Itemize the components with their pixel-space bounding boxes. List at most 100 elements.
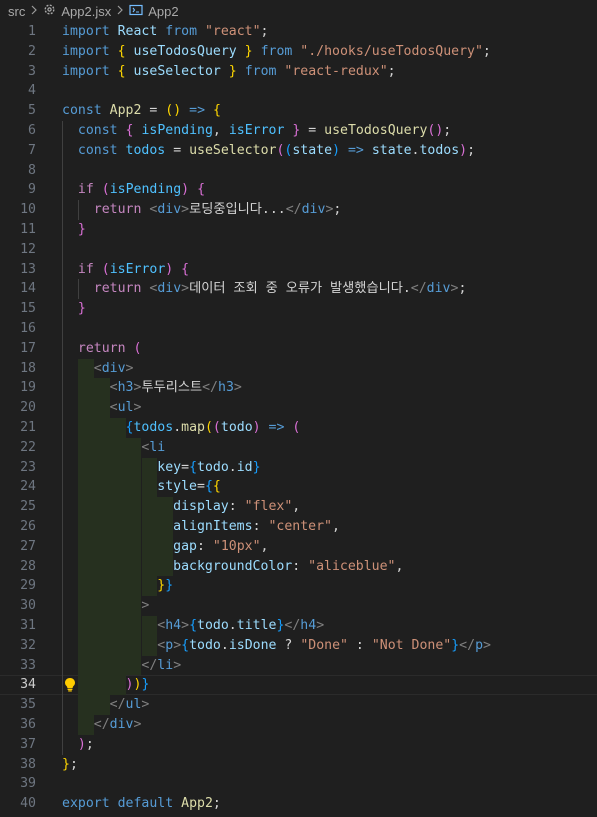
code-line[interactable]: 8: [0, 160, 597, 181]
code-line[interactable]: 39: [0, 774, 597, 794]
code-line[interactable]: 29 }}: [0, 576, 597, 597]
code-line[interactable]: 1 import React from "react";: [0, 22, 597, 42]
line-number: 28: [20, 558, 36, 574]
code-line[interactable]: 6 const { isPending, isError } = useTodo…: [0, 121, 597, 141]
code-token: todos: [125, 142, 166, 158]
code-text: import { useSelector } from "react-redux…: [62, 62, 396, 82]
code-line[interactable]: 4: [0, 81, 597, 101]
code-line[interactable]: 23 key={todo.id}: [0, 457, 597, 478]
code-token: .: [228, 459, 237, 475]
code-token: </: [141, 657, 158, 673]
code-line[interactable]: 31 <h4>{todo.title}</h4>: [0, 616, 597, 636]
line-number: 18: [20, 360, 36, 376]
code-token: </: [459, 637, 476, 653]
code-line[interactable]: 9 if (isPending) {: [0, 180, 597, 201]
code-token: from: [244, 63, 277, 79]
code-line[interactable]: 28 backgroundColor: "aliceblue",: [0, 556, 597, 577]
code-text: if (isPending) {: [62, 180, 205, 200]
code-text: {todos.map((todo) => (: [62, 418, 301, 438]
code-token: todos: [419, 142, 460, 158]
code-token: style: [157, 479, 197, 495]
code-token: >: [181, 281, 190, 297]
code-token: >: [181, 202, 190, 218]
code-line[interactable]: 7 const todos = useSelector((state) => s…: [0, 140, 597, 161]
code-token: .: [173, 420, 182, 435]
code-token: ;: [443, 123, 452, 138]
code-line[interactable]: 38};: [0, 755, 597, 775]
code-line[interactable]: 27 gap: "10px",: [0, 536, 597, 557]
code-line[interactable]: 26 alignItems: "center",: [0, 517, 597, 537]
code-token: >: [133, 717, 142, 732]
code-token: {: [181, 637, 190, 653]
breadcrumb-symbol[interactable]: App2: [129, 4, 179, 19]
code-line[interactable]: 20 <ul>: [0, 398, 597, 418]
code-line[interactable]: 24 style={{: [0, 477, 597, 498]
code-line[interactable]: 22 <li: [0, 437, 597, 458]
code-line[interactable]: 30 >: [0, 596, 597, 616]
code-token: ;: [333, 202, 342, 218]
code-line[interactable]: 35 </ul>: [0, 695, 597, 715]
code-token: =: [173, 142, 182, 158]
code-line[interactable]: 16: [0, 319, 597, 339]
breadcrumb-folder[interactable]: src: [8, 4, 25, 19]
code-line[interactable]: 21 {todos.map((todo) => (: [0, 418, 597, 438]
code-text: const App2 = () => {: [62, 101, 221, 121]
code-token: }: [451, 637, 460, 653]
lightbulb-icon[interactable]: [63, 677, 77, 692]
code-line[interactable]: 17 return (: [0, 338, 597, 359]
code-line[interactable]: 10 return <div>로딩중입니다...</div>;: [0, 200, 597, 220]
code-line[interactable]: 2 import { useTodosQuery } from "./hooks/…: [0, 42, 597, 62]
code-text: }: [62, 299, 86, 319]
code-line[interactable]: 5 const App2 = () => {: [0, 101, 597, 121]
code-token: {: [212, 103, 221, 119]
code-token: ): [332, 142, 341, 158]
code-line[interactable]: 32 <p>{todo.isDone ? "Done" : "Not Done"…: [0, 635, 597, 656]
code-line[interactable]: 3 import { useSelector } from "react-redu…: [0, 62, 597, 82]
code-line[interactable]: 33 </li>: [0, 655, 597, 676]
line-number: 11: [20, 222, 36, 237]
chevron-right-icon: [30, 5, 38, 18]
code-line[interactable]: 25 display: "flex",: [0, 497, 597, 517]
code-line[interactable]: 40 export default App2;: [0, 794, 597, 814]
line-number: 31: [20, 618, 36, 633]
line-number: 29: [20, 578, 36, 594]
code-line[interactable]: 34 ))}: [0, 675, 597, 696]
code-line[interactable]: 15 }: [0, 299, 597, 319]
code-line[interactable]: 11 }: [0, 220, 597, 240]
code-token: 데이터 조회 중 오류가 발생했습니다.: [189, 281, 411, 297]
breadcrumb-folder-label: src: [8, 3, 26, 19]
code-line[interactable]: 37 );: [0, 734, 597, 755]
line-number: 32: [20, 637, 36, 653]
code-line[interactable]: 13 if (isError) {: [0, 259, 597, 280]
code-line[interactable]: 18 <div>: [0, 358, 597, 379]
code-token: >: [181, 618, 190, 633]
breadcrumb-file[interactable]: App2.jsx: [43, 3, 111, 19]
code-editor[interactable]: 1 import React from "react"; 2 import { use…: [0, 22, 597, 817]
code-token: ;: [69, 756, 78, 772]
code-line[interactable]: 36 </div>: [0, 715, 597, 735]
code-text: <div>: [62, 359, 134, 379]
code-line[interactable]: 12: [0, 239, 597, 260]
code-token: todo: [197, 459, 229, 475]
code-line[interactable]: 19 <h3>투두리스트</h3>: [0, 378, 597, 399]
code-token: gap: [173, 538, 197, 554]
code-line[interactable]: 14 return <div>데이터 조회 중 오류가 발생했습니다.</div…: [0, 279, 597, 300]
line-number: 20: [20, 400, 36, 416]
code-text: alignItems: "center",: [62, 517, 340, 537]
code-token: const: [77, 123, 118, 138]
